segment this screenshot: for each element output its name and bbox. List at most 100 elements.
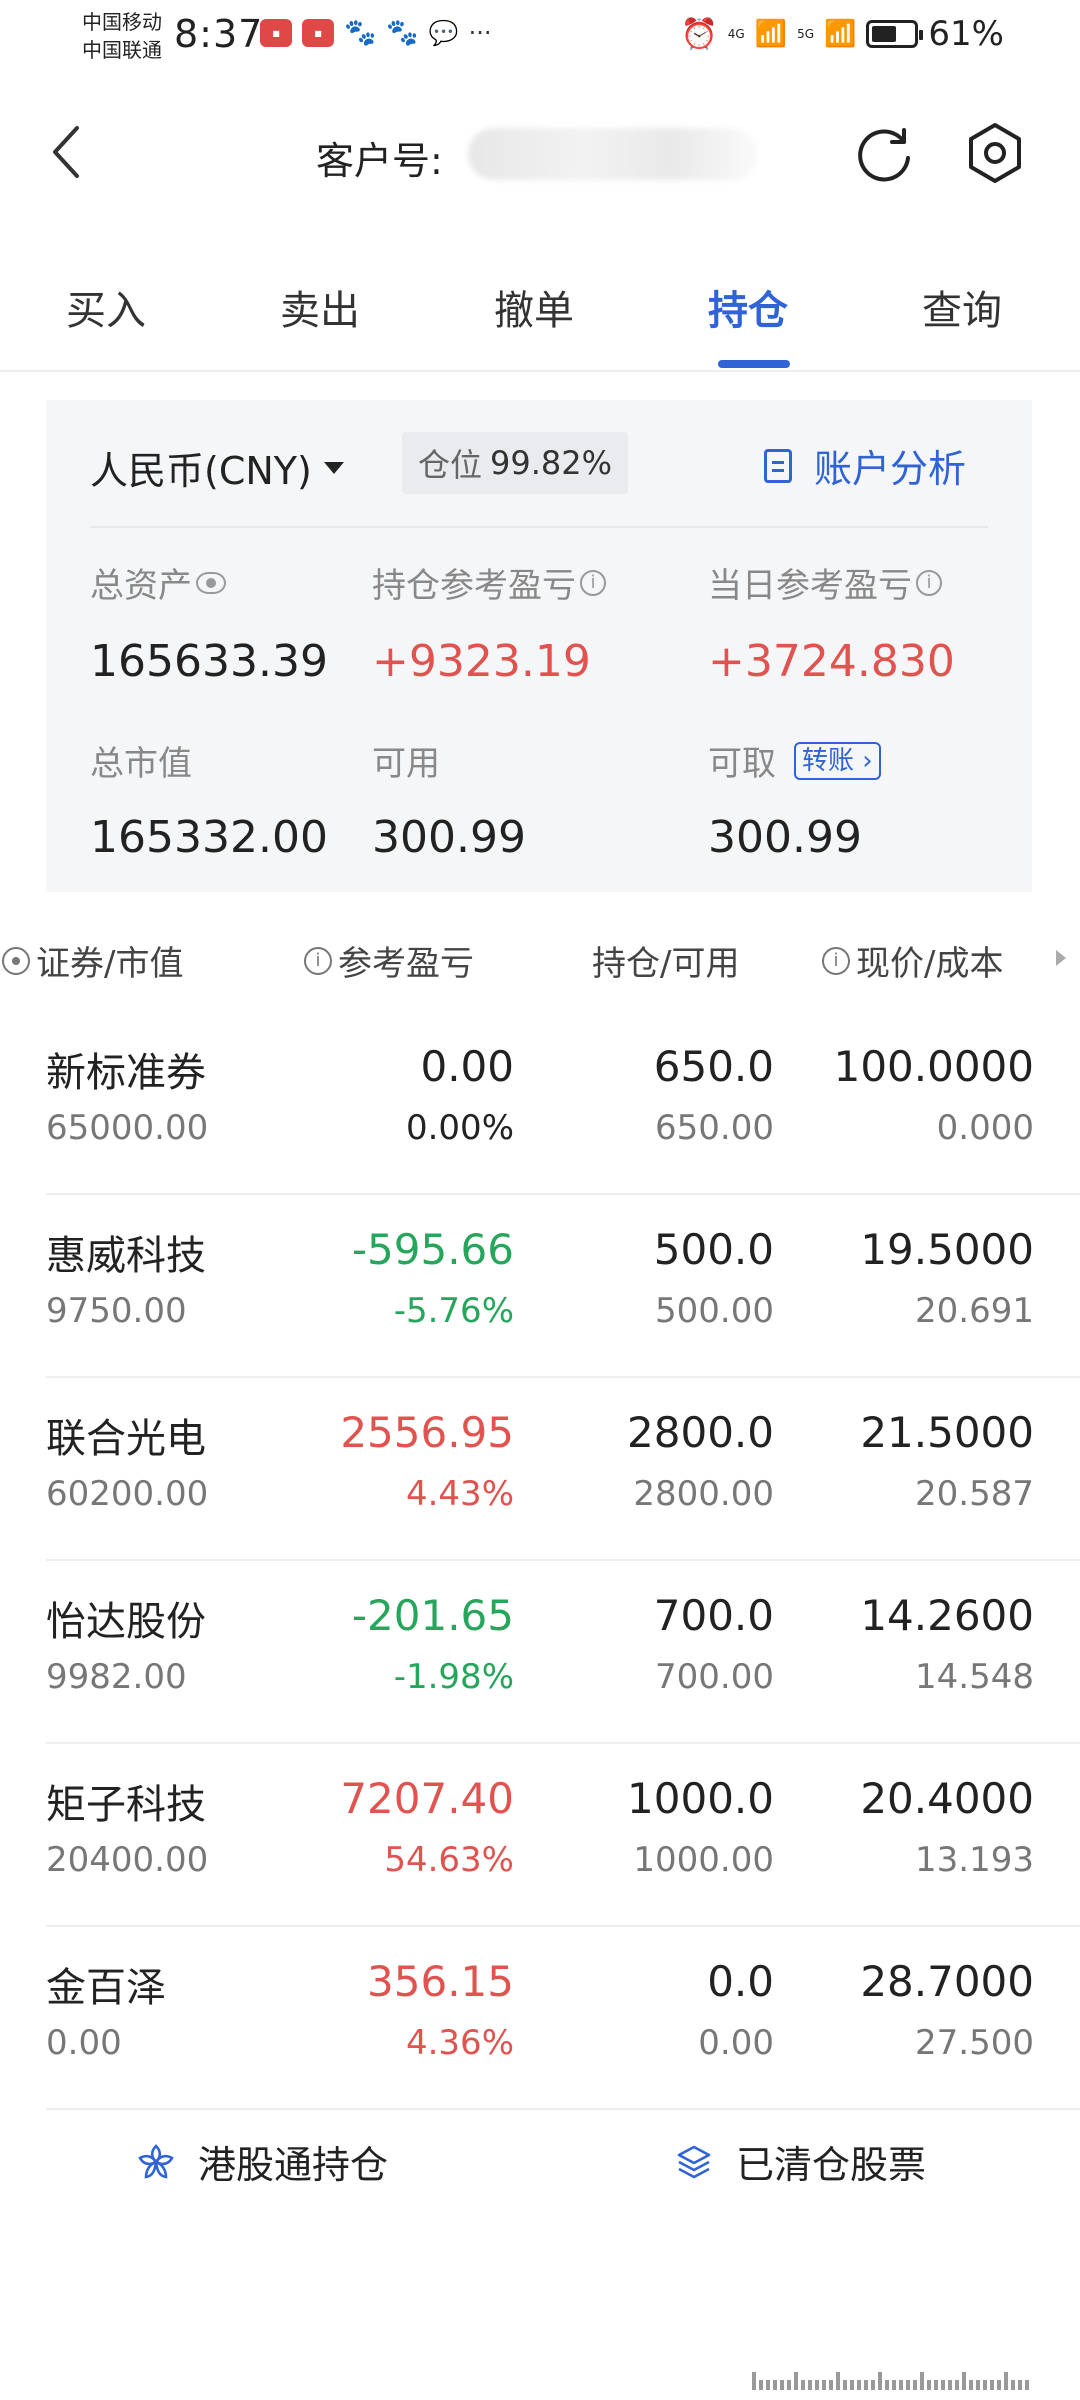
column-security-label: 证券/市值 bbox=[36, 944, 184, 984]
info-icon[interactable]: i bbox=[580, 569, 606, 596]
refresh-icon[interactable] bbox=[852, 122, 916, 186]
info-icon: i bbox=[304, 946, 332, 975]
nav-hint-bar bbox=[920, 2372, 924, 2390]
total-assets-value: 165633.39 bbox=[90, 636, 328, 687]
status-right: ⏰ 4G 📶 5G 📶 61% bbox=[680, 14, 1004, 54]
nav-hint-bar bbox=[752, 2372, 756, 2390]
carrier-names: 中国移动 中国联通 bbox=[82, 8, 162, 64]
nav-hint-bar bbox=[808, 2380, 812, 2390]
divider bbox=[90, 526, 988, 528]
transfer-button[interactable]: 转账 › bbox=[794, 741, 881, 780]
hk-holdings-link[interactable]: 港股通持仓 bbox=[136, 2134, 388, 2189]
column-holding-label: 持仓/可用 bbox=[592, 944, 740, 984]
eye-icon[interactable] bbox=[196, 571, 226, 594]
holding-quantity: 0.0 bbox=[707, 1957, 774, 2006]
nav-hint-bar bbox=[906, 2380, 910, 2390]
market-value-value: 165332.00 bbox=[90, 812, 328, 863]
position-value: 99.82% bbox=[490, 444, 613, 482]
tab-holdings[interactable]: 持仓 bbox=[708, 278, 788, 336]
holding-pl-percent: -5.76% bbox=[393, 1291, 514, 1331]
nav-hint-bar bbox=[766, 2380, 770, 2390]
settings-icon[interactable] bbox=[962, 120, 1028, 186]
total-assets-label: 总资产 bbox=[90, 558, 226, 607]
position-label: 仓位 bbox=[417, 446, 482, 484]
available-label: 可用 bbox=[372, 744, 440, 784]
security-market-value: 9982.00 bbox=[46, 1657, 187, 1697]
nav-hint-bar bbox=[871, 2380, 875, 2390]
nav-hint-bar bbox=[990, 2380, 994, 2390]
back-button[interactable] bbox=[46, 122, 86, 182]
tab-sell[interactable]: 卖出 bbox=[280, 278, 360, 336]
security-name: 矩子科技 bbox=[46, 1782, 206, 1828]
holding-pl-percent: 54.63% bbox=[384, 1840, 514, 1880]
active-tab-indicator bbox=[718, 360, 790, 368]
currency-selector[interactable]: 人民币(CNY) bbox=[90, 440, 344, 495]
holding-pl-value: +9323.19 bbox=[372, 636, 591, 687]
security-market-value: 9750.00 bbox=[46, 1291, 187, 1331]
holding-row[interactable]: 新标准券 65000.00 0.00 0.00% 650.0 650.00 100.0000… bbox=[46, 1012, 1080, 1195]
tab-query[interactable]: 查询 bbox=[922, 278, 1002, 336]
holding-row[interactable]: 矩子科技 20400.00 7207.40 54.63% 1000.0 1000.00 20… bbox=[46, 1744, 1080, 1927]
current-price: 14.2600 bbox=[860, 1591, 1034, 1640]
holding-quantity: 650.0 bbox=[653, 1042, 774, 1091]
holding-row[interactable]: 金百泽 0.00 356.15 4.36% 0.0 0.00 28.7000 27.500 bbox=[46, 1927, 1080, 2110]
holding-pl-label: 持仓参考盈亏 i bbox=[372, 558, 606, 607]
available-quantity: 2800.00 bbox=[633, 1474, 774, 1514]
holding-pl: 356.15 bbox=[367, 1957, 514, 2006]
footer-links: 港股通持仓 已清仓股票 bbox=[0, 2120, 1080, 2200]
cleared-stocks-link[interactable]: 已清仓股票 bbox=[674, 2134, 926, 2189]
info-icon: i bbox=[822, 946, 850, 975]
account-analysis-link[interactable]: 账户分析 bbox=[764, 438, 966, 493]
nav-hint-bar bbox=[997, 2380, 1001, 2390]
nav-hint-bar bbox=[829, 2380, 833, 2390]
nav-hint-bar bbox=[822, 2380, 826, 2390]
nav-hint-bar bbox=[976, 2380, 980, 2390]
cost-price: 20.691 bbox=[915, 1291, 1034, 1331]
current-price: 28.7000 bbox=[860, 1957, 1034, 2006]
huawei-app-icon: ■ bbox=[260, 19, 292, 47]
sort-icon bbox=[2, 946, 30, 975]
wechat-icon: 💬 bbox=[428, 19, 459, 47]
nav-hint-bar bbox=[948, 2380, 952, 2390]
security-name: 惠威科技 bbox=[46, 1233, 206, 1279]
holding-pl: -201.65 bbox=[351, 1591, 514, 1640]
security-name: 新标准券 bbox=[46, 1050, 206, 1096]
holding-row[interactable]: 联合光电 60200.00 2556.95 4.43% 2800.0 2800.00 21.… bbox=[46, 1378, 1080, 1561]
system-nav-hint bbox=[752, 2370, 1052, 2390]
nav-hint-bar bbox=[759, 2380, 763, 2390]
caret-down-icon bbox=[323, 461, 344, 474]
security-name: 联合光电 bbox=[46, 1416, 206, 1462]
nav-hint-bar bbox=[885, 2380, 889, 2390]
tab-buy[interactable]: 买入 bbox=[66, 278, 146, 336]
holding-row[interactable]: 怡达股份 9982.00 -201.65 -1.98% 700.0 700.00 14.26… bbox=[46, 1561, 1080, 1744]
column-holding[interactable]: 持仓/可用 bbox=[592, 936, 739, 985]
baidu-paw-icon: 🐾 bbox=[344, 18, 377, 48]
security-name: 怡达股份 bbox=[46, 1599, 206, 1645]
holding-pl-percent: 4.36% bbox=[405, 2023, 514, 2063]
nav-hint-bar bbox=[850, 2380, 854, 2390]
security-name: 金百泽 bbox=[46, 1965, 166, 2011]
withdrawable-value: 300.99 bbox=[708, 812, 862, 863]
nav-hint-bar bbox=[934, 2380, 938, 2390]
security-market-value: 0.00 bbox=[46, 2023, 122, 2063]
column-price[interactable]: i 现价/成本 bbox=[822, 936, 1003, 985]
position-ratio-chip: 仓位 99.82% bbox=[402, 432, 628, 494]
nav-hint-bar bbox=[780, 2380, 784, 2390]
nav-hint-bar bbox=[927, 2380, 931, 2390]
holding-quantity: 1000.0 bbox=[627, 1774, 774, 1823]
column-security[interactable]: 证券/市值 bbox=[2, 936, 183, 985]
network-5g-label: 5G bbox=[797, 27, 815, 41]
holding-row[interactable]: 惠威科技 9750.00 -595.66 -5.76% 500.0 500.00 19.50… bbox=[46, 1195, 1080, 1378]
app-header: 客户号: bbox=[0, 100, 1080, 212]
holding-pl-percent: -1.98% bbox=[393, 1657, 514, 1697]
nav-hint-bar bbox=[773, 2380, 777, 2390]
current-price: 21.5000 bbox=[860, 1408, 1034, 1457]
huawei-app-icon: ■ bbox=[302, 19, 334, 47]
scroll-right-icon[interactable] bbox=[1056, 950, 1066, 966]
column-pl[interactable]: i 参考盈亏 bbox=[304, 936, 474, 985]
cost-price: 27.500 bbox=[915, 2023, 1034, 2063]
daily-pl-label: 当日参考盈亏 i bbox=[708, 558, 942, 607]
info-icon[interactable]: i bbox=[916, 569, 942, 596]
tab-cancel-order[interactable]: 撤单 bbox=[494, 278, 574, 336]
account-summary-card: 人民币(CNY) 仓位 99.82% 账户分析 总资产 165633.39 持仓… bbox=[46, 400, 1032, 892]
